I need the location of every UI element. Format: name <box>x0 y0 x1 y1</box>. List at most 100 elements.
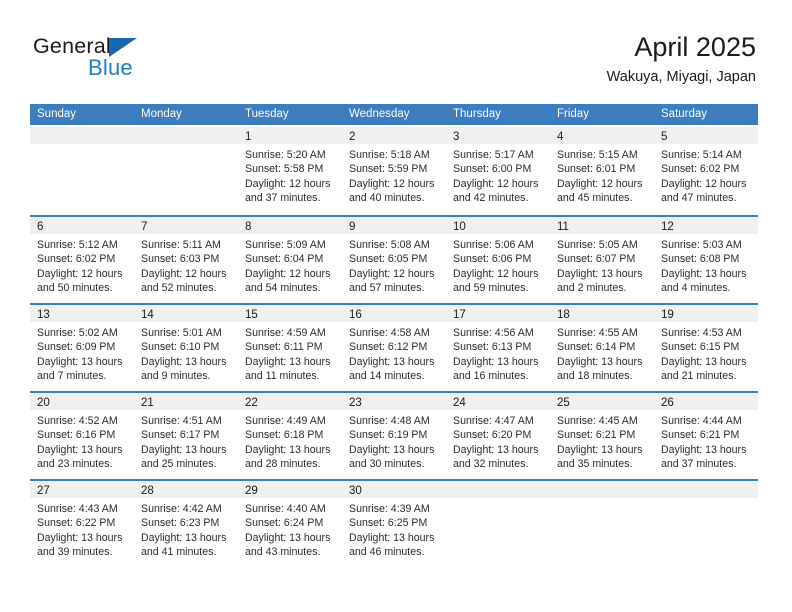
day-detail-line: and 30 minutes. <box>349 458 425 471</box>
day-cell[interactable]: 30 Sunrise: 4:39 AM Sunset: 6:25 PM Dayligh… <box>342 481 446 567</box>
day-details: Sunrise: 4:48 AM Sunset: 6:19 PM Daylight:… <box>342 410 446 472</box>
day-detail-line: Sunrise: 5:11 AM <box>141 239 221 251</box>
day-number-strip <box>30 127 134 144</box>
day-cell[interactable]: 1 Sunrise: 5:20 AM Sunset: 5:58 PM Daylight… <box>238 127 342 215</box>
day-cell[interactable]: 16 Sunrise: 4:58 AM Sunset: 6:12 PM Dayligh… <box>342 305 446 391</box>
day-detail-line: Daylight: 13 hours <box>141 355 227 368</box>
day-detail-line: and 41 minutes. <box>141 546 217 559</box>
day-detail-line: and 28 minutes. <box>245 458 321 471</box>
day-details: Sunrise: 4:52 AM Sunset: 6:16 PM Daylight:… <box>30 410 134 472</box>
day-cell[interactable]: 18 Sunrise: 4:55 AM Sunset: 6:14 PM Dayligh… <box>550 305 654 391</box>
day-number: 27 <box>37 485 50 497</box>
day-detail-line: and 42 minutes. <box>453 192 529 205</box>
day-cell[interactable]: 3 Sunrise: 5:17 AM Sunset: 6:00 PM Daylight… <box>446 127 550 215</box>
day-number-strip: 4 <box>550 127 654 144</box>
day-cell[interactable]: 22 Sunrise: 4:49 AM Sunset: 6:18 PM Dayligh… <box>238 393 342 479</box>
day-cell[interactable]: 29 Sunrise: 4:40 AM Sunset: 6:24 PM Dayligh… <box>238 481 342 567</box>
day-cell[interactable]: 13 Sunrise: 5:02 AM Sunset: 6:09 PM Dayligh… <box>30 305 134 391</box>
day-cell[interactable]: 21 Sunrise: 4:51 AM Sunset: 6:17 PM Dayligh… <box>134 393 238 479</box>
day-details: Sunrise: 4:59 AM Sunset: 6:11 PM Daylight:… <box>238 322 342 384</box>
day-cell[interactable]: 20 Sunrise: 4:52 AM Sunset: 6:16 PM Dayligh… <box>30 393 134 479</box>
day-number-strip: 16 <box>342 305 446 322</box>
day-detail-line: and 37 minutes. <box>245 192 321 205</box>
day-detail-line: Sunrise: 4:52 AM <box>37 415 118 427</box>
day-cell[interactable]: 23 Sunrise: 4:48 AM Sunset: 6:19 PM Dayligh… <box>342 393 446 479</box>
day-cell[interactable]: 7 Sunrise: 5:11 AM Sunset: 6:03 PM Daylight… <box>134 217 238 303</box>
day-cell[interactable]: 15 Sunrise: 4:59 AM Sunset: 6:11 PM Dayligh… <box>238 305 342 391</box>
day-detail-line: Sunrise: 5:01 AM <box>141 327 222 339</box>
day-detail-line: and 45 minutes. <box>557 192 633 205</box>
day-detail-line: Sunrise: 5:15 AM <box>557 149 638 161</box>
day-cell[interactable]: 19 Sunrise: 4:53 AM Sunset: 6:15 PM Dayligh… <box>654 305 758 391</box>
day-number-strip: 2 <box>342 127 446 144</box>
day-detail-line: Daylight: 13 hours <box>141 531 227 544</box>
day-cell[interactable]: 2 Sunrise: 5:18 AM Sunset: 5:59 PM Daylight… <box>342 127 446 215</box>
day-cell[interactable]: 4 Sunrise: 5:15 AM Sunset: 6:01 PM Daylight… <box>550 127 654 215</box>
day-detail-line: and 43 minutes. <box>245 546 321 559</box>
day-detail-line: Daylight: 13 hours <box>349 531 435 544</box>
day-cell[interactable]: 24 Sunrise: 4:47 AM Sunset: 6:20 PM Dayligh… <box>446 393 550 479</box>
day-details: Sunrise: 5:11 AM Sunset: 6:03 PM Daylight:… <box>134 234 238 296</box>
day-detail-line: Sunset: 6:21 PM <box>661 429 740 442</box>
day-cell[interactable]: 9 Sunrise: 5:08 AM Sunset: 6:05 PM Daylight… <box>342 217 446 303</box>
day-cell[interactable]: 27 Sunrise: 4:43 AM Sunset: 6:22 PM Dayligh… <box>30 481 134 567</box>
day-detail-line: Sunrise: 4:49 AM <box>245 415 326 427</box>
day-detail-line: Daylight: 13 hours <box>453 355 539 368</box>
day-number-strip: 20 <box>30 393 134 410</box>
day-detail-line: Sunrise: 5:08 AM <box>349 239 430 251</box>
day-cell-empty <box>30 127 134 215</box>
day-detail-line: Sunrise: 4:40 AM <box>245 503 326 515</box>
day-number: 9 <box>349 221 356 233</box>
day-cell[interactable]: 28 Sunrise: 4:42 AM Sunset: 6:23 PM Dayligh… <box>134 481 238 567</box>
day-cell[interactable]: 8 Sunrise: 5:09 AM Sunset: 6:04 PM Daylight… <box>238 217 342 303</box>
day-detail-line: and 18 minutes. <box>557 370 633 383</box>
day-number-strip <box>654 481 758 498</box>
day-cell[interactable]: 11 Sunrise: 5:05 AM Sunset: 6:07 PM Dayligh… <box>550 217 654 303</box>
day-cell[interactable]: 12 Sunrise: 5:03 AM Sunset: 6:08 PM Dayligh… <box>654 217 758 303</box>
day-detail-line: Sunset: 6:06 PM <box>453 253 532 266</box>
day-cell[interactable]: 26 Sunrise: 4:44 AM Sunset: 6:21 PM Dayligh… <box>654 393 758 479</box>
day-detail-line: Sunset: 6:02 PM <box>661 163 740 176</box>
day-detail-line: Sunset: 6:11 PM <box>245 341 323 354</box>
day-detail-line: and 46 minutes. <box>349 546 425 559</box>
day-detail-line: and 14 minutes. <box>349 370 425 383</box>
day-detail-line: Sunset: 6:05 PM <box>349 253 428 266</box>
day-detail-line: and 35 minutes. <box>557 458 633 471</box>
day-cell[interactable]: 5 Sunrise: 5:14 AM Sunset: 6:02 PM Daylight… <box>654 127 758 215</box>
day-number: 16 <box>349 309 362 321</box>
day-cell[interactable]: 6 Sunrise: 5:12 AM Sunset: 6:02 PM Daylight… <box>30 217 134 303</box>
calendar-week-row: 13 Sunrise: 5:02 AM Sunset: 6:09 PM Dayligh… <box>30 303 758 391</box>
day-details: Sunrise: 5:20 AM Sunset: 5:58 PM Daylight:… <box>238 144 342 206</box>
day-cell-empty <box>550 481 654 567</box>
weekday-header-row: Sunday Monday Tuesday Wednesday Thursday Frid… <box>30 104 758 125</box>
calendar-page: General Blue April 2025 Wakuya, Miyagi, … <box>0 0 792 612</box>
calendar-week-row: 20 Sunrise: 4:52 AM Sunset: 6:16 PM Dayligh… <box>30 391 758 479</box>
day-details: Sunrise: 5:05 AM Sunset: 6:07 PM Daylight:… <box>550 234 654 296</box>
day-number-strip: 30 <box>342 481 446 498</box>
day-number: 15 <box>245 309 258 321</box>
day-detail-line: and 37 minutes. <box>661 458 737 471</box>
day-number-strip: 3 <box>446 127 550 144</box>
day-detail-line: Daylight: 13 hours <box>245 531 331 544</box>
day-details: Sunrise: 5:15 AM Sunset: 6:01 PM Daylight:… <box>550 144 654 206</box>
day-number-strip: 7 <box>134 217 238 234</box>
day-detail-line: Sunset: 6:00 PM <box>453 163 532 176</box>
day-cell[interactable]: 10 Sunrise: 5:06 AM Sunset: 6:06 PM Dayligh… <box>446 217 550 303</box>
day-detail-line: Daylight: 12 hours <box>245 177 331 190</box>
day-cell[interactable]: 17 Sunrise: 4:56 AM Sunset: 6:13 PM Dayligh… <box>446 305 550 391</box>
day-cell[interactable]: 25 Sunrise: 4:45 AM Sunset: 6:21 PM Dayligh… <box>550 393 654 479</box>
day-detail-line: Daylight: 13 hours <box>245 443 331 456</box>
weekday-header-sunday: Sunday <box>37 108 77 120</box>
day-detail-line: Daylight: 13 hours <box>661 267 747 280</box>
day-cell[interactable]: 14 Sunrise: 5:01 AM Sunset: 6:10 PM Dayligh… <box>134 305 238 391</box>
day-number-strip: 25 <box>550 393 654 410</box>
day-details: Sunrise: 5:17 AM Sunset: 6:00 PM Daylight:… <box>446 144 550 206</box>
day-number: 19 <box>661 309 674 321</box>
calendar-grid: Sunday Monday Tuesday Wednesday Thursday Frid… <box>30 104 758 567</box>
day-detail-line: and 11 minutes. <box>245 370 320 383</box>
day-detail-line: Sunset: 6:18 PM <box>245 429 324 442</box>
weekday-header-tuesday: Tuesday <box>245 108 289 120</box>
brand-logo[interactable]: General Blue <box>33 35 233 88</box>
day-number: 28 <box>141 485 154 497</box>
day-number: 30 <box>349 485 362 497</box>
